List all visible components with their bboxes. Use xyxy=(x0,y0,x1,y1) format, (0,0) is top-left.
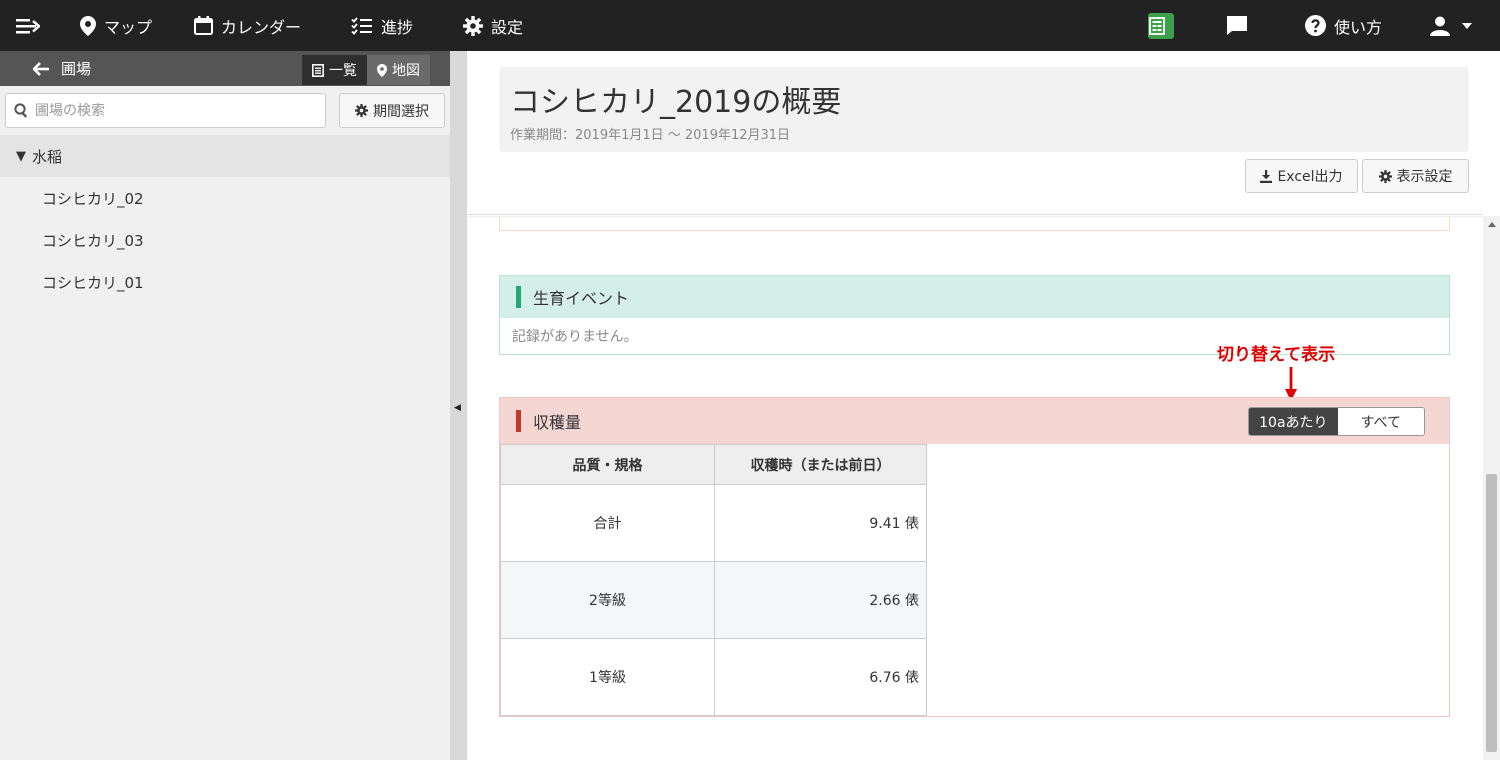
display-settings-label: 表示設定 xyxy=(1396,169,1453,185)
map-pin-icon xyxy=(377,63,387,77)
table-header-row: 品質・規格 収穫時（または前日） xyxy=(500,444,927,485)
nav-progress-label: 進捗 xyxy=(381,17,414,37)
scroll-up-icon[interactable] xyxy=(1488,222,1496,227)
harvest-unit-toggle: 10aあたり すべて xyxy=(1248,407,1425,436)
field-book-icon xyxy=(1147,12,1174,39)
per-10a-toggle[interactable]: 10aあたり xyxy=(1249,408,1338,435)
search-row: 期間選択 xyxy=(5,93,446,130)
display-settings-button[interactable]: 表示設定 xyxy=(1362,159,1469,193)
checklist-icon xyxy=(351,16,373,35)
panel-splitter[interactable]: ◀ xyxy=(450,51,467,760)
help-button[interactable]: 使い方 xyxy=(1285,0,1402,51)
harvest-table: 品質・規格 収穫時（または前日） 合計 9.41 俵 2等級 2.66 俵 1等… xyxy=(500,444,927,716)
field-search-input[interactable] xyxy=(35,102,315,119)
nav-map-label: マップ xyxy=(104,17,153,37)
nav-settings-label: 設定 xyxy=(491,17,524,37)
section-accent-bar xyxy=(516,286,521,308)
chat-icon xyxy=(1226,16,1247,35)
caret-down-icon xyxy=(1462,22,1472,29)
value-cell: 9.41 俵 xyxy=(714,484,927,562)
triangle-down-icon: ▼ xyxy=(16,148,26,164)
field-item-label: コシヒカリ_01 xyxy=(42,273,144,292)
previous-section-bottom xyxy=(499,217,1450,231)
collapse-left-icon[interactable]: ◀ xyxy=(454,403,461,413)
scrollbar-thumb[interactable] xyxy=(1486,474,1497,752)
field-list-item[interactable]: コシヒカリ_03 xyxy=(0,219,450,261)
growth-events-header: 生育イベント xyxy=(500,276,1449,318)
sidebar-header: 圃場 一覧 地図 xyxy=(0,51,450,86)
sidebar-title: 圃場 xyxy=(61,60,92,78)
help-circle-icon xyxy=(1304,15,1326,36)
view-toggle: 一覧 地図 xyxy=(302,55,430,85)
quality-cell: 1等級 xyxy=(500,638,715,716)
harvest-header: 収穫量 10aあたり すべて xyxy=(500,398,1449,444)
value-cell: 6.76 俵 xyxy=(714,638,927,716)
view-map-button[interactable]: 地図 xyxy=(367,55,430,85)
growth-events-title: 生育イベント xyxy=(533,289,630,308)
toggle-annotation: 切り替えて表示 xyxy=(1217,345,1336,365)
harvest-section: 収穫量 10aあたり すべて 品質・規格 収穫時（または前日） 合計 9.41 … xyxy=(499,397,1450,717)
main-content: コシヒカリ_2019の概要 作業期間：2019年1月1日 〜 2019年12月3… xyxy=(467,51,1500,760)
arrow-left-icon xyxy=(33,61,49,76)
field-search-box xyxy=(5,93,326,128)
quality-cell: 2等級 xyxy=(500,561,715,639)
view-list-button[interactable]: 一覧 xyxy=(302,55,367,85)
column-header: 品質・規格 xyxy=(500,444,715,485)
value-cell: 2.66 俵 xyxy=(714,561,927,639)
field-item-label: コシヒカリ_02 xyxy=(42,189,144,208)
gear-icon xyxy=(463,15,484,36)
view-list-label: 一覧 xyxy=(329,63,357,79)
field-list-item[interactable]: コシヒカリ_01 xyxy=(0,261,450,303)
back-button[interactable]: 圃場 xyxy=(33,58,91,79)
download-icon xyxy=(1260,169,1273,183)
harvest-title: 収穫量 xyxy=(533,413,582,432)
search-icon xyxy=(14,103,28,118)
menu-arrow-icon xyxy=(16,18,40,33)
menu-toggle-button[interactable] xyxy=(0,0,56,51)
map-pin-icon xyxy=(80,15,96,36)
field-book-button[interactable] xyxy=(1125,0,1197,51)
nav-map[interactable]: マップ xyxy=(56,0,164,51)
user-icon xyxy=(1430,16,1450,36)
work-period: 作業期間：2019年1月1日 〜 2019年12月31日 xyxy=(510,128,791,143)
gear-icon xyxy=(355,104,368,117)
nav-progress[interactable]: 進捗 xyxy=(313,0,425,51)
all-toggle[interactable]: すべて xyxy=(1337,408,1424,435)
period-select-button[interactable]: 期間選択 xyxy=(339,93,445,128)
user-menu-button[interactable] xyxy=(1402,0,1500,51)
help-label: 使い方 xyxy=(1333,17,1382,37)
table-row: 2等級 2.66 俵 xyxy=(500,561,927,639)
crop-group-label: 水稲 xyxy=(32,147,63,166)
section-accent-bar xyxy=(516,410,521,432)
nav-right-group: 使い方 xyxy=(1125,0,1500,51)
column-header: 収穫時（または前日） xyxy=(714,444,927,485)
field-list-item[interactable]: コシヒカリ_02 xyxy=(0,177,450,219)
excel-export-button[interactable]: Excel出力 xyxy=(1245,159,1358,193)
crop-group-rice[interactable]: ▼ 水稲 xyxy=(0,135,450,177)
main-scrollbar[interactable] xyxy=(1483,216,1500,760)
chat-button[interactable] xyxy=(1197,0,1285,51)
page-title: コシヒカリ_2019の概要 xyxy=(510,85,842,120)
nav-calendar[interactable]: カレンダー xyxy=(164,0,313,51)
list-icon xyxy=(312,63,324,77)
table-row: 合計 9.41 俵 xyxy=(500,484,927,562)
field-sidebar: 圃場 一覧 地図 期間選択 ▼ 水稲 コシヒカリ_02 コシヒカリ_ xyxy=(0,51,450,760)
view-map-label: 地図 xyxy=(392,63,420,79)
nav-calendar-label: カレンダー xyxy=(221,17,302,37)
summary-header: コシヒカリ_2019の概要 作業期間：2019年1月1日 〜 2019年12月3… xyxy=(499,67,1469,152)
nav-settings[interactable]: 設定 xyxy=(425,0,535,51)
quality-cell: 合計 xyxy=(500,484,715,562)
calendar-icon xyxy=(194,16,214,35)
field-item-label: コシヒカリ_03 xyxy=(42,231,144,250)
period-select-label: 期間選択 xyxy=(373,103,429,120)
top-navbar: マップ カレンダー 進捗 設定 使い方 xyxy=(0,0,1500,51)
excel-export-label: Excel出力 xyxy=(1277,169,1343,185)
gear-icon xyxy=(1378,169,1392,183)
table-row: 1等級 6.76 俵 xyxy=(500,638,927,716)
